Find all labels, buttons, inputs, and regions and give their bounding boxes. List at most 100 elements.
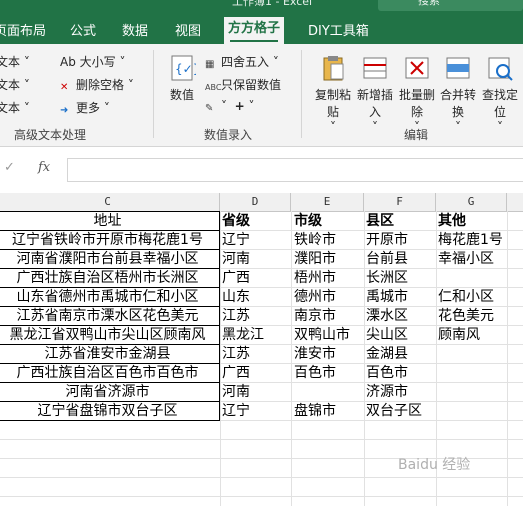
cell-e[interactable]: 铁岭市 [294, 231, 362, 250]
col-header-f[interactable]: F [364, 193, 436, 211]
keep-values-button[interactable]: ABC只保留数值 [205, 76, 281, 95]
window-title: 工作簿1 - Excel [232, 0, 313, 8]
cell-d[interactable]: 江苏 [222, 307, 290, 326]
cell-c[interactable]: 河南省濮阳市台前县幸福小区 [0, 250, 219, 269]
cell-e[interactable]: 南京市 [294, 307, 362, 326]
table-row: 辽宁省铁岭市开原市梅花鹿1号 辽宁 铁岭市 开原市 梅花鹿1号 [0, 231, 523, 250]
cell-f[interactable]: 开原市 [366, 231, 434, 250]
cell-e[interactable]: 盘锦市 [294, 402, 362, 421]
table-row: 山东省德州市禹城市仁和小区 山东 德州市 禹城市 仁和小区 [0, 288, 523, 307]
number-icon: {✓} [168, 54, 200, 84]
cell-c[interactable]: 广西壮族自治区百色市百色市 [0, 364, 219, 383]
cell-f[interactable]: 济源市 [366, 383, 434, 402]
edit-tools[interactable]: ✎ ˅ + ˅ [205, 99, 255, 115]
cell-e[interactable]: 濮阳市 [294, 250, 362, 269]
enter-check-icon[interactable]: ✓ [4, 160, 15, 175]
cell-e[interactable]: 市级 [294, 212, 362, 231]
text-button-3[interactable]: 文本 ˅ [0, 99, 30, 116]
cell-d[interactable]: 广西 [222, 364, 290, 383]
cell-e[interactable]: 梧州市 [294, 269, 362, 288]
delete-button[interactable]: 批量删除 ˅ [397, 54, 437, 134]
case-button[interactable]: Ab 大小写 ˅ [60, 53, 125, 70]
tab-data[interactable]: 数据 [122, 20, 148, 39]
baidu-watermark: Baidu 经验 [398, 457, 471, 473]
fx-icon[interactable]: fx [38, 160, 50, 175]
cell-d[interactable]: 辽宁 [222, 231, 290, 250]
insert-button[interactable]: 新增插入 ˅ [355, 54, 395, 134]
cell-c[interactable]: 江苏省淮安市金湖县 [0, 345, 219, 364]
cell-c[interactable]: 辽宁省盘锦市双台子区 [0, 402, 219, 421]
cell-c[interactable]: 地址 [0, 212, 219, 231]
cell-g[interactable]: 幸福小区 [438, 250, 506, 269]
clipboard-icon [319, 54, 347, 84]
tab-diy-toolbox[interactable]: DIY工具箱 [308, 20, 369, 39]
tab-fangfang[interactable]: 方方格子 [224, 17, 285, 44]
cell-g[interactable] [438, 364, 506, 383]
cell-f[interactable]: 长洲区 [366, 269, 434, 288]
cell-g[interactable] [438, 402, 506, 421]
cell-f[interactable]: 尖山区 [366, 326, 434, 345]
col-header-d[interactable]: D [220, 193, 291, 211]
more-button[interactable]: ➜ 更多 ˅ [60, 99, 110, 117]
cell-f[interactable]: 百色市 [366, 364, 434, 383]
tab-formulas[interactable]: 公式 [70, 20, 96, 39]
group-label-entry: 数值录入 [204, 128, 253, 142]
col-header-c[interactable]: C [0, 193, 220, 211]
formula-input[interactable] [67, 158, 523, 182]
tab-view[interactable]: 视图 [175, 20, 201, 39]
cell-d[interactable]: 山东 [222, 288, 290, 307]
cell-g[interactable] [438, 269, 506, 288]
col-header-g[interactable]: G [436, 193, 507, 211]
cell-g[interactable]: 仁和小区 [438, 288, 506, 307]
cell-g[interactable]: 顾南风 [438, 326, 506, 345]
ribbon: 文本 ˅ 文本 ˅ 文本 ˅ Ab 大小写 ˅ ✕ 删除空格 ˅ ➜ 更多 ˅ 高级… [0, 44, 523, 147]
table-row: 黑龙江省双鸭山市尖山区顾南风 黑龙江 双鸭山市 尖山区 顾南风 [0, 326, 523, 345]
cell-f[interactable]: 双台子区 [366, 402, 434, 421]
locate-button[interactable]: 查找定位 ˅ [480, 54, 520, 134]
cell-d[interactable]: 河南 [222, 383, 290, 402]
cell-f[interactable]: 金湖县 [366, 345, 434, 364]
text-button-1[interactable]: 文本 ˅ [0, 53, 30, 70]
cell-f[interactable]: 溧水区 [366, 307, 434, 326]
round-button[interactable]: ▦ 四舍五入 ˅ [205, 53, 279, 71]
group-separator [301, 50, 302, 138]
search-box[interactable]: 搜索 [378, 0, 523, 11]
cell-e[interactable]: 德州市 [294, 288, 362, 307]
cell-f[interactable]: 禹城市 [366, 288, 434, 307]
cell-g[interactable] [438, 383, 506, 402]
cell-d[interactable]: 江苏 [222, 345, 290, 364]
cell-e[interactable] [294, 383, 362, 402]
number-button[interactable]: {✓} 数值 [166, 54, 200, 103]
cell-d[interactable]: 河南 [222, 250, 290, 269]
cell-c[interactable]: 河南省济源市 [0, 383, 219, 402]
title-bar: 工作簿1 - Excel 搜索 [0, 0, 523, 12]
copy-paste-button[interactable]: 复制粘贴 ˅ [313, 54, 353, 134]
cell-g[interactable]: 其他 [438, 212, 506, 231]
cell-c[interactable]: 辽宁省铁岭市开原市梅花鹿1号 [0, 231, 219, 250]
cell-e[interactable]: 淮安市 [294, 345, 362, 364]
text-button-2[interactable]: 文本 ˅ [0, 76, 30, 93]
cell-c[interactable]: 江苏省南京市溧水区花色美元 [0, 307, 219, 326]
pencil-icon: ✎ [205, 103, 214, 114]
col-header-e[interactable]: E [291, 193, 364, 211]
cell-d[interactable]: 省级 [222, 212, 290, 231]
tab-page-layout[interactable]: 页面布局 [0, 20, 46, 39]
cell-d[interactable]: 黑龙江 [222, 326, 290, 345]
formula-buttons: ✓ fx [0, 158, 62, 180]
cell-g[interactable] [438, 345, 506, 364]
merge-button[interactable]: 合并转换 ˅ [438, 54, 478, 134]
cell-g[interactable]: 花色美元 [438, 307, 506, 326]
group-label-text: 高级文本处理 [14, 128, 87, 142]
cell-f[interactable]: 台前县 [366, 250, 434, 269]
cell-g[interactable]: 梅花鹿1号 [438, 231, 506, 250]
svg-text:{✓}: {✓} [175, 62, 196, 76]
cell-c[interactable]: 山东省德州市禹城市仁和小区 [0, 288, 219, 307]
cell-d[interactable]: 辽宁 [222, 402, 290, 421]
cell-c[interactable]: 广西壮族自治区梧州市长洲区 [0, 269, 219, 288]
cell-e[interactable]: 双鸭山市 [294, 326, 362, 345]
cell-c[interactable]: 黑龙江省双鸭山市尖山区顾南风 [0, 326, 219, 345]
delete-space-button[interactable]: ✕ 删除空格 ˅ [60, 76, 134, 94]
cell-d[interactable]: 广西 [222, 269, 290, 288]
cell-e[interactable]: 百色市 [294, 364, 362, 383]
cell-f[interactable]: 县区 [366, 212, 434, 231]
